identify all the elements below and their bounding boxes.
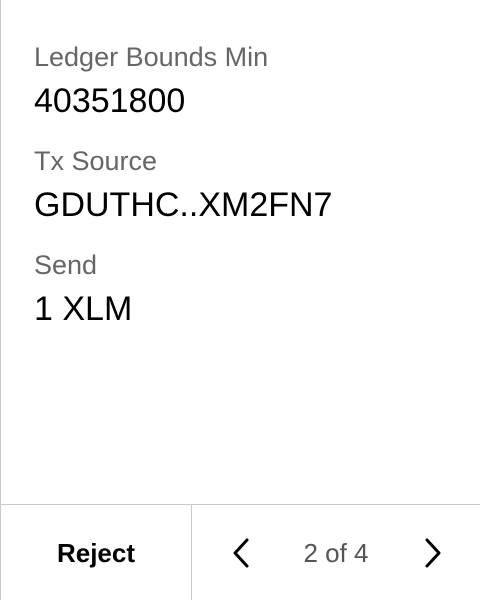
ledger-bounds-min-value: 40351800 bbox=[34, 82, 186, 120]
chevron-right-icon bbox=[425, 538, 441, 568]
send-label: Send bbox=[34, 250, 98, 280]
page-indicator: 2 of 4 bbox=[303, 537, 369, 568]
tx-source-label: Tx Source bbox=[34, 146, 158, 176]
footer-bar: Reject 2 of 4 bbox=[1, 504, 480, 600]
previous-page-button[interactable] bbox=[225, 535, 261, 571]
pager: 2 of 4 bbox=[193, 505, 480, 600]
chevron-left-icon bbox=[233, 538, 249, 568]
tx-source-value: GDUTHC..XM2FN7 bbox=[34, 186, 333, 224]
send-value: 1 XLM bbox=[34, 290, 133, 328]
reject-button[interactable]: Reject bbox=[1, 505, 192, 600]
transaction-review-screen: Ledger Bounds Min 40351800 Tx Source GDU… bbox=[0, 0, 480, 600]
next-page-button[interactable] bbox=[413, 535, 449, 571]
ledger-bounds-min-label: Ledger Bounds Min bbox=[34, 42, 269, 72]
